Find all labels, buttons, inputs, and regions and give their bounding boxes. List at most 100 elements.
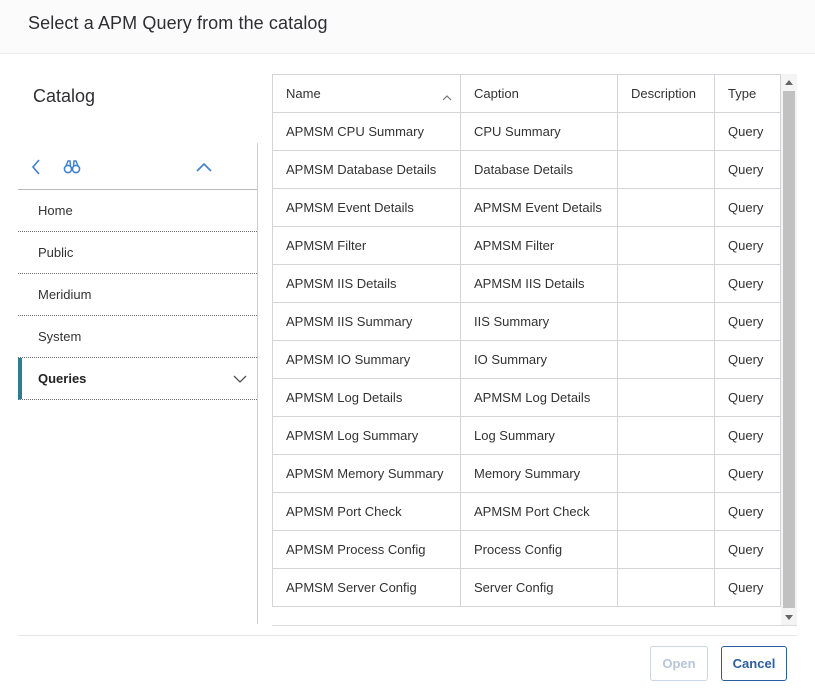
footer-divider [18, 635, 797, 636]
table-row[interactable]: APMSM CPU Summary CPU Summary Query [272, 112, 781, 151]
catalog-item-label: Meridium [38, 287, 92, 302]
cell-caption: APMSM Port Check [460, 492, 618, 531]
cell-description [617, 492, 715, 531]
cell-description [617, 378, 715, 417]
catalog-title: Catalog [33, 86, 96, 106]
table-row[interactable]: APMSM Memory Summary Memory Summary Query [272, 454, 781, 493]
cell-name: APMSM CPU Summary [272, 112, 461, 151]
column-header-label: Name [286, 86, 321, 101]
table-row[interactable]: APMSM Event Details APMSM Event Details Qu… [272, 188, 781, 227]
dialog-title: Select a APM Query from the catalog [28, 13, 328, 33]
cell-type: Query [714, 568, 781, 607]
cell-caption: Process Config [460, 530, 618, 569]
catalog-item-system[interactable]: System [18, 316, 257, 358]
catalog-nav-list: Home Public Meridium System Queries [18, 190, 257, 400]
cell-description [617, 264, 715, 303]
cell-caption: CPU Summary [460, 112, 618, 151]
cell-description [617, 340, 715, 379]
cell-description [617, 530, 715, 569]
table-row[interactable]: APMSM IIS Details APMSM IIS Details Query [272, 264, 781, 303]
cell-name: APMSM Process Config [272, 530, 461, 569]
catalog-sidebar: Home Public Meridium System Queries [18, 143, 258, 624]
cell-description [617, 568, 715, 607]
chevron-left-icon[interactable] [24, 155, 48, 179]
dialog-header: Select a APM Query from the catalog [0, 0, 815, 54]
cell-description [617, 454, 715, 493]
table-row[interactable]: APMSM Server Config Server Config Query [272, 568, 781, 607]
cell-type: Query [714, 530, 781, 569]
vertical-scrollbar[interactable] [781, 74, 797, 625]
cell-description [617, 302, 715, 341]
cell-description [617, 188, 715, 227]
cell-type: Query [714, 226, 781, 265]
table-row[interactable]: APMSM IIS Summary IIS Summary Query [272, 302, 781, 341]
cell-name: APMSM Event Details [272, 188, 461, 227]
cell-name: APMSM Database Details [272, 150, 461, 189]
cell-caption: IO Summary [460, 340, 618, 379]
cell-type: Query [714, 340, 781, 379]
open-button[interactable]: Open [650, 646, 708, 681]
cell-name: APMSM Memory Summary [272, 454, 461, 493]
table-row[interactable]: APMSM Port Check APMSM Port Check Query [272, 492, 781, 531]
catalog-item-public[interactable]: Public [18, 232, 257, 274]
cell-caption: Log Summary [460, 416, 618, 455]
cell-name: APMSM Server Config [272, 568, 461, 607]
column-header-caption[interactable]: Caption [460, 74, 618, 113]
catalog-item-label: Home [38, 203, 73, 218]
scroll-up-arrow-icon[interactable] [781, 74, 797, 90]
cell-description [617, 150, 715, 189]
cell-description [617, 112, 715, 151]
cell-caption: APMSM Event Details [460, 188, 618, 227]
cell-type: Query [714, 454, 781, 493]
column-header-description[interactable]: Description [617, 74, 715, 113]
cell-type: Query [714, 378, 781, 417]
table-row[interactable]: APMSM Filter APMSM Filter Query [272, 226, 781, 265]
cell-caption: Server Config [460, 568, 618, 607]
cell-type: Query [714, 302, 781, 341]
sort-ascending-icon [442, 89, 452, 104]
catalog-item-label: Queries [38, 371, 87, 386]
cell-name: APMSM IIS Details [272, 264, 461, 303]
cell-description [617, 226, 715, 265]
cell-type: Query [714, 492, 781, 531]
table-header-row: Name Caption Description Type [272, 74, 781, 113]
query-grid: Name Caption Description Type APMSM CPU … [272, 74, 797, 626]
cell-caption: IIS Summary [460, 302, 618, 341]
cell-name: APMSM IO Summary [272, 340, 461, 379]
cell-name: APMSM Log Details [272, 378, 461, 417]
binoculars-icon[interactable] [60, 155, 84, 179]
cell-type: Query [714, 112, 781, 151]
catalog-item-label: System [38, 329, 82, 344]
column-header-name[interactable]: Name [272, 74, 461, 113]
cell-name: APMSM IIS Summary [272, 302, 461, 341]
cell-caption: Database Details [460, 150, 618, 189]
table-row[interactable]: APMSM Database Details Database Details Qu… [272, 150, 781, 189]
catalog-item-label: Public [38, 245, 74, 260]
cell-name: APMSM Log Summary [272, 416, 461, 455]
catalog-item-home[interactable]: Home [18, 190, 257, 232]
column-header-type[interactable]: Type [714, 74, 781, 113]
catalog-item-queries[interactable]: Queries [18, 358, 257, 400]
table-row[interactable]: APMSM IO Summary IO Summary Query [272, 340, 781, 379]
cell-caption: APMSM Log Details [460, 378, 618, 417]
cell-caption: APMSM IIS Details [460, 264, 618, 303]
cell-type: Query [714, 150, 781, 189]
scroll-down-arrow-icon[interactable] [781, 609, 797, 625]
cancel-button[interactable]: Cancel [721, 646, 787, 681]
table-row[interactable]: APMSM Log Summary Log Summary Query [272, 416, 781, 455]
table-row[interactable]: APMSM Process Config Process Config Query [272, 530, 781, 569]
catalog-toolbar [18, 143, 257, 190]
scrollbar-thumb[interactable] [783, 91, 795, 608]
query-table: Name Caption Description Type APMSM CPU … [272, 74, 781, 607]
cell-name: APMSM Port Check [272, 492, 461, 531]
chevron-up-icon[interactable] [192, 155, 216, 179]
cell-type: Query [714, 416, 781, 455]
cell-name: APMSM Filter [272, 226, 461, 265]
cell-caption: APMSM Filter [460, 226, 618, 265]
table-row[interactable]: APMSM Log Details APMSM Log Details Query [272, 378, 781, 417]
cell-description [617, 416, 715, 455]
chevron-down-icon[interactable] [233, 372, 247, 386]
cell-type: Query [714, 264, 781, 303]
cell-caption: Memory Summary [460, 454, 618, 493]
catalog-item-meridium[interactable]: Meridium [18, 274, 257, 316]
